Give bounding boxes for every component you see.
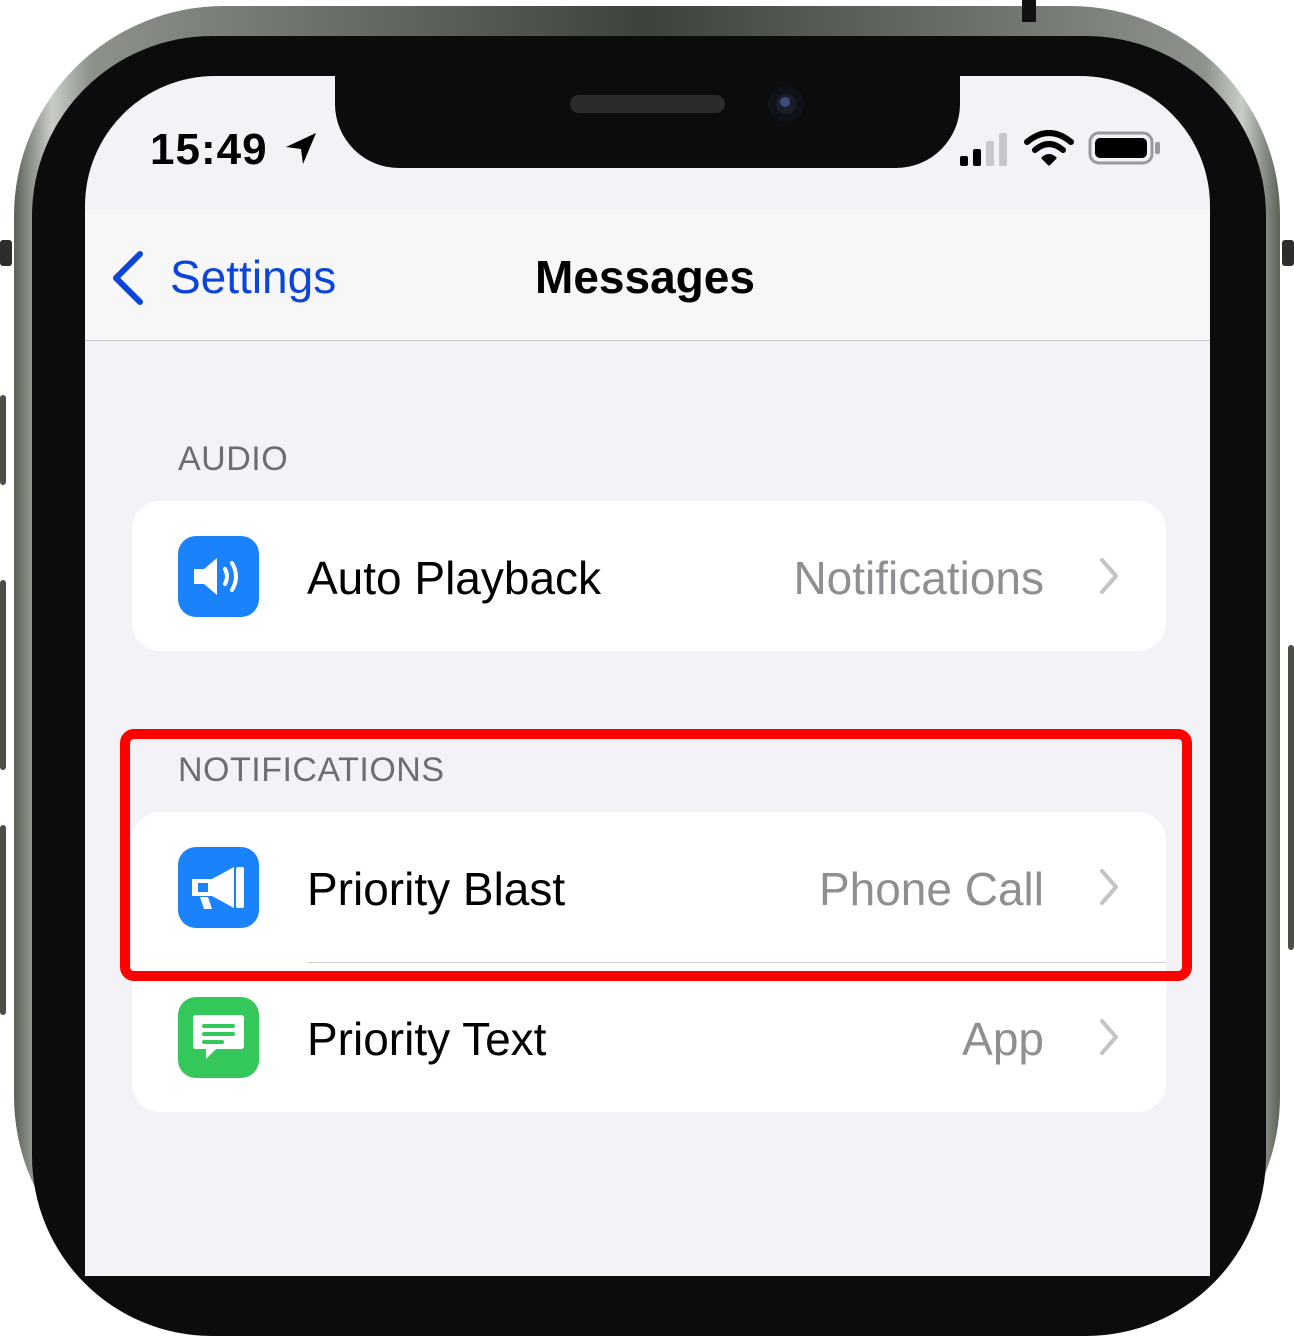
speaker-icon bbox=[178, 536, 259, 617]
volume-button bbox=[0, 825, 6, 1015]
priority-text-row[interactable]: Priority Text App bbox=[132, 962, 1166, 1112]
audio-group: Auto Playback Notifications bbox=[132, 501, 1166, 651]
wifi-icon bbox=[1024, 130, 1074, 166]
antenna-line bbox=[1022, 0, 1036, 22]
earpiece-speaker bbox=[570, 95, 725, 113]
row-label: Auto Playback bbox=[307, 552, 602, 604]
row-value: App bbox=[962, 1013, 1044, 1065]
side-button bbox=[0, 240, 12, 266]
chevron-right-icon bbox=[1100, 1019, 1118, 1055]
front-camera bbox=[768, 86, 804, 122]
row-label: Priority Text bbox=[307, 1013, 547, 1065]
back-button[interactable]: Settings bbox=[170, 250, 336, 304]
notch bbox=[335, 76, 960, 168]
status-time: 15:49 bbox=[150, 125, 268, 174]
volume-button bbox=[0, 395, 6, 485]
back-chevron-icon[interactable] bbox=[110, 250, 146, 306]
auto-playback-row[interactable]: Auto Playback Notifications bbox=[132, 501, 1166, 651]
side-button bbox=[1282, 240, 1294, 266]
location-arrow-icon bbox=[286, 133, 316, 164]
chevron-right-icon bbox=[1100, 558, 1118, 594]
cellular-signal-icon bbox=[960, 133, 1007, 166]
highlight-box bbox=[120, 729, 1192, 981]
volume-button bbox=[0, 580, 6, 770]
battery-icon bbox=[1088, 131, 1160, 165]
page-title: Messages bbox=[535, 251, 755, 303]
section-header-audio: AUDIO bbox=[178, 440, 289, 478]
power-button bbox=[1288, 645, 1294, 950]
row-value: Notifications bbox=[793, 552, 1044, 604]
message-bubble-icon bbox=[178, 997, 259, 1078]
